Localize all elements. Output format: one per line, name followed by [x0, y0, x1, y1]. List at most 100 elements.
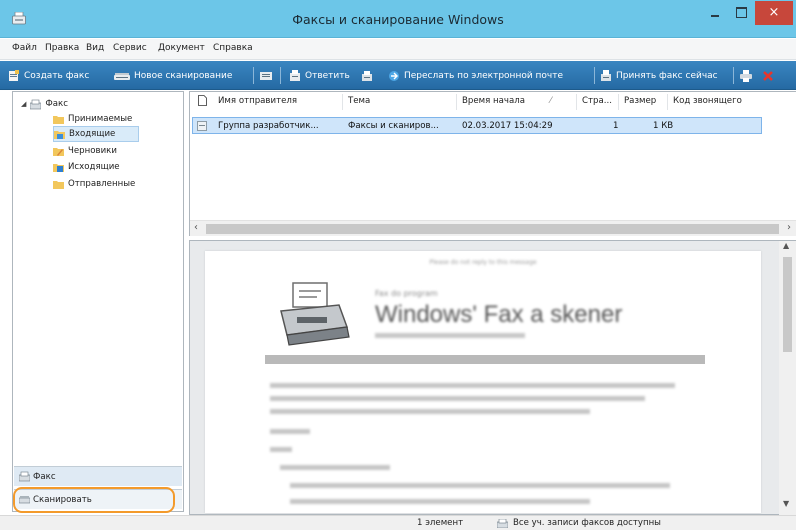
vertical-scroll-thumb[interactable]: [783, 257, 792, 352]
receiving-folder-icon: [53, 115, 64, 124]
column-divider[interactable]: [667, 94, 668, 110]
toolbar-separator: [280, 67, 281, 84]
sent-folder-icon: [53, 180, 64, 189]
column-icon-header[interactable]: [198, 95, 207, 109]
preview-heading-big: Windows' Fax a skener: [375, 301, 623, 328]
inbox-folder-icon: [54, 130, 65, 139]
folder-drafts[interactable]: Черновики: [53, 143, 117, 159]
nav-fax-button[interactable]: Факс: [14, 466, 182, 486]
minimize-button[interactable]: [703, 1, 727, 25]
preview-text-line: [290, 483, 670, 488]
new-scan-button[interactable]: Новое сканирование: [114, 61, 232, 90]
forward-email-label: Переслать по электронной почте: [404, 70, 564, 81]
column-divider[interactable]: [342, 94, 343, 110]
new-fax-icon: [9, 69, 19, 81]
tree-root-fax[interactable]: ◢ Факс: [21, 96, 68, 112]
preview-text-line: [270, 409, 590, 414]
view-list-icon: [260, 71, 272, 80]
column-size[interactable]: Размер: [624, 96, 656, 106]
reply-label: Ответить: [305, 70, 350, 81]
sort-indicator: ⁄: [550, 96, 552, 106]
menu-bar: Файл Правка Вид Сервис Документ Справка: [0, 39, 796, 60]
forward-email-icon: [389, 70, 399, 81]
preview-divider-bar: [265, 355, 705, 364]
new-scan-label: Новое сканирование: [134, 70, 233, 81]
scroll-down-icon[interactable]: ▼: [783, 499, 789, 508]
scroll-right-icon[interactable]: ›: [787, 222, 791, 233]
view-mode-button[interactable]: [260, 61, 276, 90]
menu-view[interactable]: Вид: [86, 43, 104, 53]
new-fax-button[interactable]: Создать факс: [8, 61, 89, 90]
preview-text-line: [280, 465, 390, 470]
fax-root-icon: [30, 99, 42, 109]
preview-pane: Please do not reply to this message Fax …: [189, 240, 796, 516]
folder-sent-label: Отправленные: [68, 179, 136, 189]
receive-fax-label: Принять факс сейчас: [616, 70, 718, 81]
preview-text-line: [270, 383, 675, 388]
column-start-time[interactable]: Время начала: [462, 96, 525, 106]
preview-heading-small: Fax do program: [375, 289, 438, 298]
accounts-status: Все уч. записи факсов доступны: [513, 518, 661, 528]
close-button[interactable]: ×: [755, 1, 793, 25]
receive-fax-icon: [601, 69, 611, 81]
column-sender[interactable]: Имя отправителя: [218, 96, 297, 106]
column-subject[interactable]: Тема: [348, 96, 370, 106]
table-row[interactable]: Группа разработчик... Факсы и сканиров..…: [192, 117, 762, 134]
fax-icon: [19, 471, 30, 482]
column-divider[interactable]: [576, 94, 577, 110]
row-pages: 1: [613, 121, 619, 131]
receive-fax-button[interactable]: Принять факс сейчас: [600, 61, 718, 90]
fax-list-view: Имя отправителя Тема Время начала ⁄ Стра…: [189, 91, 796, 236]
toolbar-separator: [733, 67, 734, 84]
folder-inbox[interactable]: Входящие: [53, 126, 139, 142]
scanner-icon: [114, 72, 130, 80]
fax-machine-illustration: [280, 282, 350, 346]
row-size: 1 КВ: [653, 121, 674, 131]
scroll-left-icon[interactable]: ‹: [194, 222, 198, 233]
menu-tools[interactable]: Сервис: [113, 43, 147, 53]
preview-text-line: [270, 447, 292, 452]
nav-fax-label: Факс: [33, 471, 56, 482]
folder-sent[interactable]: Отправленные: [53, 176, 135, 192]
vertical-scrollbar[interactable]: ▲ ▼: [779, 241, 796, 516]
horizontal-scroll-thumb[interactable]: [206, 224, 779, 234]
delete-button[interactable]: [762, 61, 778, 90]
folder-inbox-label: Входящие: [69, 129, 116, 139]
row-sender: Группа разработчик...: [218, 121, 319, 131]
print-button[interactable]: [740, 61, 756, 90]
folder-receiving[interactable]: Принимаемые: [53, 111, 132, 127]
toolbar: Создать факс Новое сканирование Ответить…: [0, 61, 796, 90]
toolbar-separator: [594, 67, 595, 84]
column-divider[interactable]: [456, 94, 457, 110]
forward-email-button[interactable]: Переслать по электронной почте: [388, 61, 563, 90]
scroll-up-icon[interactable]: ▲: [783, 241, 789, 250]
folder-outbox[interactable]: Исходящие: [53, 159, 120, 175]
row-start-time: 02.03.2017 15:04:29: [462, 121, 553, 131]
maximize-button[interactable]: [730, 1, 752, 25]
menu-edit[interactable]: Правка: [45, 43, 79, 53]
column-pages[interactable]: Стра...: [582, 96, 612, 106]
fax-machine-icon: [362, 70, 372, 81]
fax-status-icon: [497, 519, 508, 528]
preview-text-line: [270, 396, 645, 401]
print-preview-button[interactable]: [361, 61, 377, 90]
folder-outbox-label: Исходящие: [68, 162, 120, 172]
column-divider[interactable]: [618, 94, 619, 110]
column-caller-id[interactable]: Код звонящего: [673, 96, 742, 106]
toolbar-separator: [253, 67, 254, 84]
document-icon: [198, 95, 207, 106]
menu-document[interactable]: Документ: [158, 43, 205, 53]
preview-note: Please do not reply to this message: [429, 259, 537, 266]
menu-file[interactable]: Файл: [12, 43, 37, 53]
reply-button[interactable]: Ответить: [289, 61, 350, 90]
horizontal-scrollbar[interactable]: ‹ ›: [190, 220, 796, 236]
folder-drafts-label: Черновики: [68, 146, 117, 156]
menu-help[interactable]: Справка: [213, 43, 253, 53]
collapse-arrow-icon[interactable]: ◢: [21, 100, 26, 108]
preview-text-line: [270, 429, 310, 434]
new-fax-label: Создать факс: [24, 70, 90, 81]
item-count: 1 элемент: [417, 518, 464, 528]
scan-highlight-ring: [13, 487, 175, 513]
tree-root-label: Факс: [45, 99, 68, 109]
reply-fax-icon: [290, 69, 300, 81]
